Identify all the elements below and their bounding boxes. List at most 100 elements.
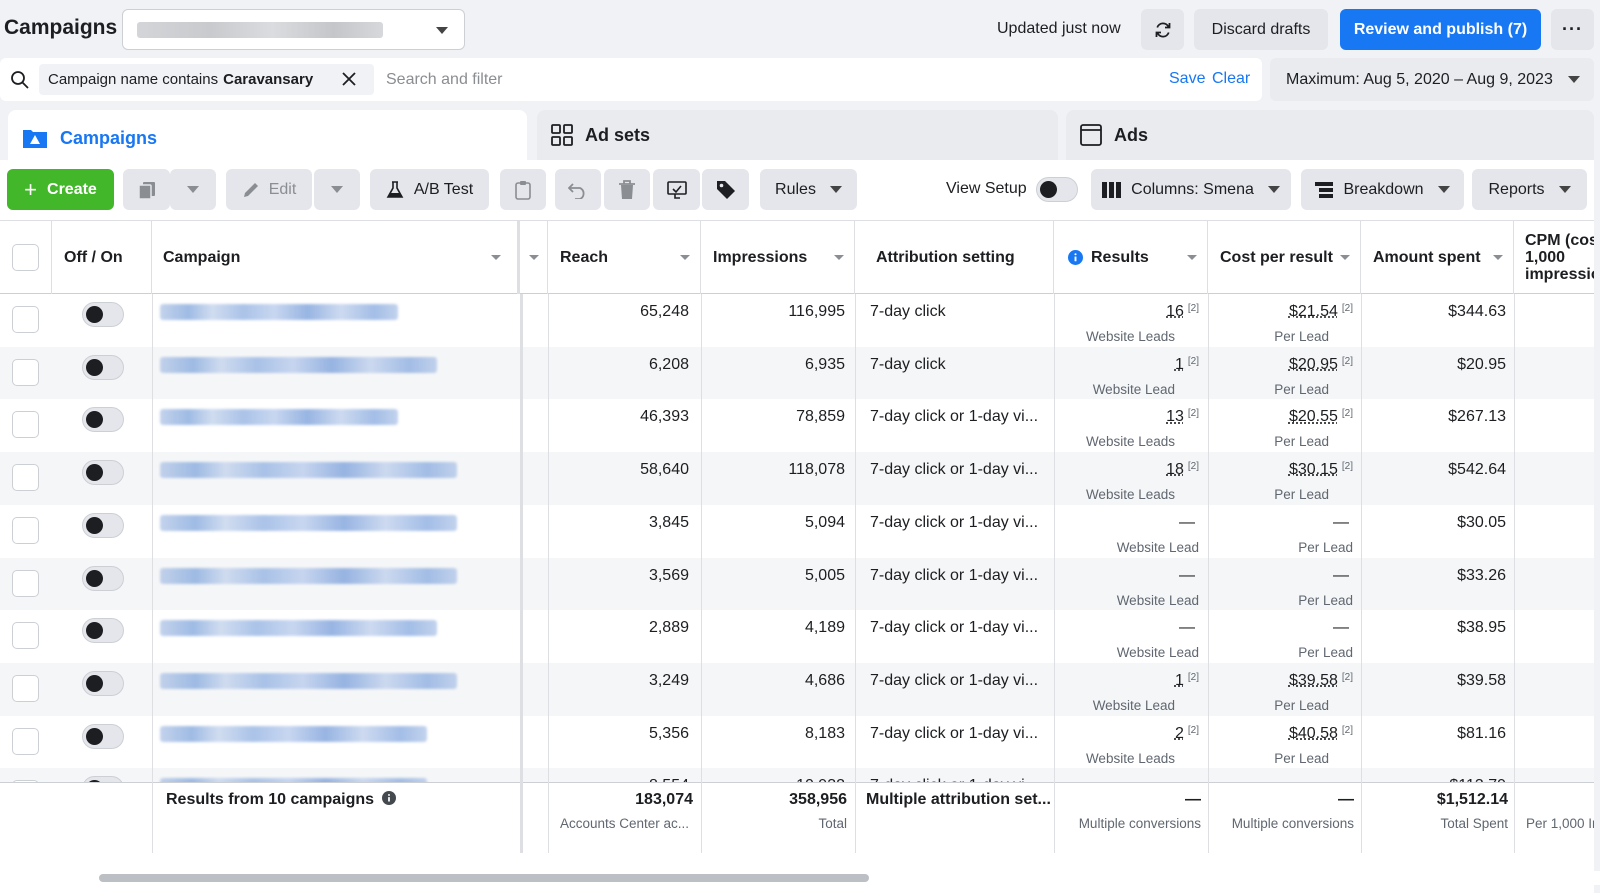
view-setup-toggle[interactable] — [1036, 177, 1078, 202]
campaign-name-redacted[interactable] — [160, 567, 457, 584]
ab-test-button[interactable]: A/B Test — [370, 169, 489, 210]
col-reach[interactable]: Reach — [548, 221, 701, 294]
cost-per-result-value[interactable]: $20.95 — [1289, 356, 1338, 373]
campaign-toggle[interactable] — [82, 565, 124, 591]
campaign-toggle[interactable] — [82, 723, 124, 749]
results-value[interactable]: 16 — [1166, 303, 1184, 320]
delete-button[interactable] — [604, 169, 650, 210]
col-attribution[interactable]: Attribution setting — [855, 221, 1054, 294]
discard-drafts-button[interactable]: Discard drafts — [1194, 9, 1328, 50]
campaign-toggle[interactable] — [82, 512, 124, 538]
row-checkbox[interactable] — [12, 306, 39, 333]
row-checkbox[interactable] — [12, 464, 39, 492]
breakdown-button[interactable]: Breakdown — [1301, 169, 1464, 210]
select-all-checkbox[interactable] — [12, 244, 39, 271]
campaign-toggle[interactable] — [82, 354, 124, 380]
campaign-toggle[interactable] — [82, 618, 124, 644]
table-row[interactable]: 46,393 78,859 7-day click or 1-day vi... 13… — [0, 399, 1594, 452]
cell-amount-spent: $38.95 — [1457, 619, 1506, 637]
cost-per-result-footnote: [2] — [1341, 671, 1353, 683]
divider — [520, 294, 523, 853]
results-value[interactable]: — — [1179, 619, 1195, 636]
columns-button[interactable]: Columns: Smena — [1091, 169, 1291, 210]
table-row[interactable]: 65,248 116,995 7-day click 16 [2] Website Lea… — [0, 294, 1594, 347]
cost-per-result-value[interactable]: $30.15 — [1289, 461, 1338, 478]
campaign-name-redacted[interactable] — [160, 672, 457, 689]
col-impressions[interactable]: Impressions — [701, 221, 855, 294]
results-value[interactable]: 18 — [1166, 461, 1184, 478]
cost-per-result-value[interactable]: $20.55 — [1289, 408, 1338, 425]
horizontal-scrollbar[interactable] — [99, 874, 869, 882]
rules-button[interactable]: Rules — [760, 169, 857, 210]
col-cpm[interactable]: CPM (cos 1,000 impressio — [1514, 221, 1594, 294]
create-button[interactable]: + Create — [7, 169, 114, 210]
row-checkbox[interactable] — [12, 411, 39, 439]
cost-per-result-value[interactable]: $40.58 — [1289, 725, 1338, 742]
cost-per-result-value[interactable]: — — [1333, 619, 1349, 636]
filter-chip[interactable]: Campaign name contains Caravansary — [39, 64, 374, 95]
table-row[interactable]: 5,356 8,183 7-day click or 1-day vi... 2 [2]… — [0, 716, 1594, 769]
results-value[interactable]: 13 — [1166, 408, 1184, 425]
col-amount-spent[interactable]: Amount spent — [1361, 221, 1514, 294]
row-checkbox[interactable] — [12, 674, 39, 702]
table-row[interactable]: 2,889 4,189 7-day click or 1-day vi... — Web… — [0, 610, 1594, 663]
results-value[interactable]: 2 — [1175, 725, 1184, 742]
campaign-toggle[interactable] — [82, 302, 124, 327]
campaign-name-redacted[interactable] — [160, 514, 457, 531]
campaign-name-redacted[interactable] — [160, 356, 437, 373]
tab-ad-sets[interactable]: Ad sets — [537, 110, 1058, 160]
save-filter-link[interactable]: Save — [1169, 70, 1205, 88]
table-row[interactable]: 3,249 4,686 7-day click or 1-day vi... 1 [2]… — [0, 662, 1594, 716]
date-range-picker[interactable]: Maximum: Aug 5, 2020 – Aug 9, 2023 — [1270, 58, 1594, 101]
results-value[interactable]: — — [1179, 567, 1195, 584]
cost-per-result-value[interactable]: — — [1333, 567, 1349, 584]
edit-button[interactable]: Edit — [226, 169, 312, 210]
info-icon[interactable] — [381, 791, 396, 805]
tag-button[interactable] — [702, 169, 749, 210]
edit-dropdown-button[interactable] — [314, 169, 360, 210]
cost-per-result-value[interactable]: — — [1333, 514, 1349, 531]
cell-attribution: 7-day click or 1-day vi... — [870, 724, 1039, 742]
review-publish-button[interactable]: Review and publish (7) — [1340, 9, 1541, 50]
refresh-button[interactable] — [1141, 9, 1184, 50]
preview-button[interactable] — [653, 169, 700, 210]
clear-filter-link[interactable]: Clear — [1212, 70, 1250, 88]
close-icon[interactable] — [342, 72, 356, 86]
row-checkbox[interactable] — [12, 622, 39, 650]
cost-per-result-value[interactable]: $39.58 — [1289, 672, 1338, 689]
reports-button[interactable]: Reports — [1472, 169, 1587, 210]
results-value[interactable]: — — [1179, 514, 1195, 531]
search-input[interactable] — [386, 66, 946, 93]
campaign-toggle[interactable] — [82, 670, 124, 696]
row-checkbox[interactable] — [12, 569, 39, 597]
more-options-button[interactable]: ··· — [1551, 9, 1594, 50]
account-selector[interactable] — [122, 9, 465, 50]
row-checkbox[interactable] — [12, 516, 39, 544]
campaign-name-redacted[interactable] — [160, 620, 437, 637]
col-spacer[interactable] — [520, 221, 548, 294]
duplicate-dropdown-button[interactable] — [170, 169, 216, 210]
campaign-name-redacted[interactable] — [160, 462, 457, 479]
clipboard-button[interactable] — [500, 169, 546, 210]
campaign-toggle[interactable] — [82, 407, 124, 433]
results-value[interactable]: 1 — [1175, 356, 1184, 373]
table-row[interactable]: 6,208 6,935 7-day click 1 [2] Website Lead $20… — [0, 346, 1594, 400]
campaign-toggle[interactable] — [82, 460, 124, 486]
campaign-name-redacted[interactable] — [160, 304, 398, 320]
row-checkbox[interactable] — [12, 358, 39, 386]
table-row[interactable]: 3,569 5,005 7-day click or 1-day vi... — Web… — [0, 557, 1594, 611]
campaign-name-redacted[interactable] — [160, 409, 398, 426]
results-value[interactable]: 1 — [1175, 672, 1184, 689]
undo-button[interactable] — [555, 169, 601, 210]
col-cost-per-result[interactable]: Cost per result — [1208, 221, 1361, 294]
tab-campaigns[interactable]: Campaigns — [8, 110, 527, 166]
tab-ads[interactable]: Ads — [1066, 110, 1594, 160]
duplicate-button[interactable] — [123, 169, 170, 210]
col-campaign[interactable]: Campaign — [152, 221, 520, 294]
table-row[interactable]: 58,640 118,078 7-day click or 1-day vi... 1… — [0, 452, 1594, 505]
row-checkbox[interactable] — [12, 727, 39, 755]
table-row[interactable]: 3,845 5,094 7-day click or 1-day vi... — Web… — [0, 505, 1594, 558]
campaign-name-redacted[interactable] — [160, 725, 427, 742]
col-results[interactable]: Results — [1054, 221, 1208, 294]
cost-per-result-value[interactable]: $21.54 — [1289, 303, 1338, 320]
